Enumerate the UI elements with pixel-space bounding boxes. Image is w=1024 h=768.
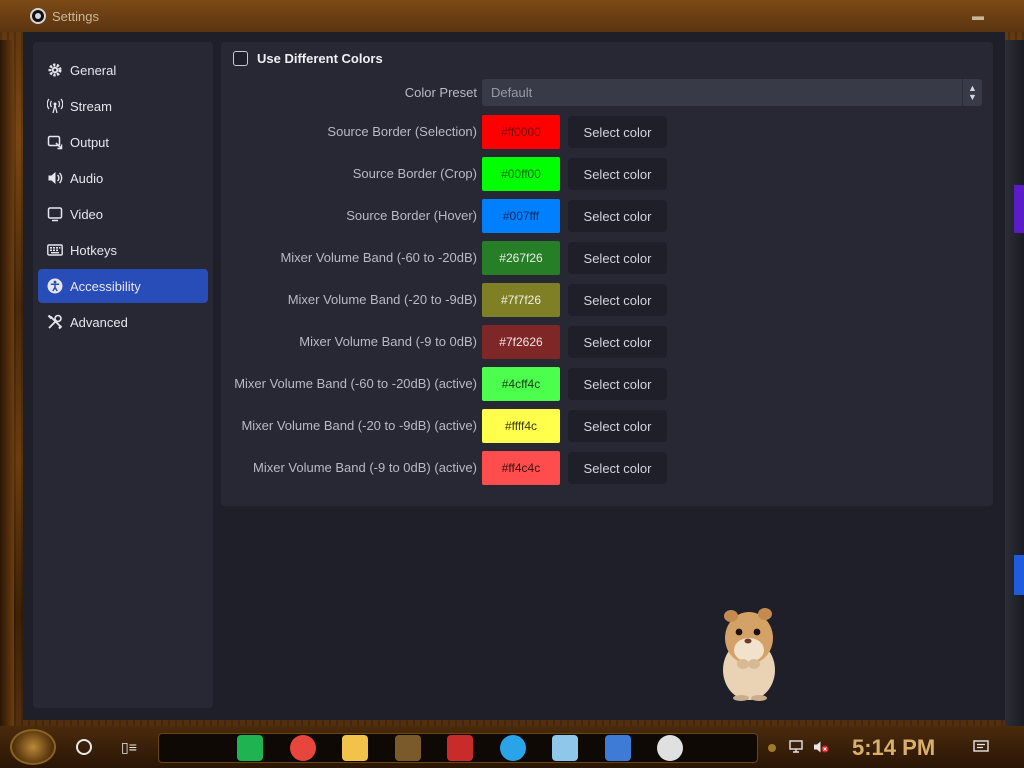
gear-icon (47, 62, 63, 78)
sidebar-item-advanced[interactable]: Advanced (38, 305, 208, 339)
chat-app-icon[interactable] (237, 735, 263, 761)
edge-icon[interactable] (499, 735, 526, 761)
sidebar-item-video[interactable]: Video (38, 197, 208, 231)
notification-dot-icon (768, 744, 776, 752)
left-decoration (0, 40, 14, 730)
settings-window: General Stream Output Audio Video Hotkey… (23, 32, 1005, 756)
color-swatch: #267f26 (482, 241, 560, 275)
select-color-button[interactable]: Select color (568, 284, 667, 316)
sidebar-item-label: Video (70, 206, 104, 222)
color-row-label: Mixer Volume Band (-9 to 0dB) (active) (253, 460, 477, 475)
select-color-button[interactable]: Select color (568, 242, 667, 274)
title-bar: Settings ▬ (0, 0, 1024, 32)
start-button[interactable] (10, 729, 56, 765)
action-center-icon[interactable] (973, 740, 989, 754)
select-color-button[interactable]: Select color (568, 158, 667, 190)
sidebar-item-label: General (70, 62, 117, 78)
color-row-label: Mixer Volume Band (-60 to -20dB) (active… (234, 376, 477, 391)
monitor-icon (47, 206, 63, 222)
window-title: Settings (52, 8, 99, 24)
blue-tab (1014, 555, 1024, 595)
obs-app-icon (30, 8, 46, 24)
obs-icon[interactable] (657, 735, 683, 761)
color-row-label: Mixer Volume Band (-20 to -9dB) (active) (241, 418, 477, 433)
select-color-button[interactable]: Select color (568, 410, 667, 442)
checkbox-label: Use Different Colors (257, 51, 383, 66)
clock-widget-icon[interactable] (394, 735, 421, 761)
sidebar-item-label: Output (70, 134, 110, 150)
right-edge-panel (1005, 40, 1024, 730)
select-color-button[interactable]: Select color (568, 200, 667, 232)
color-row-label: Mixer Volume Band (-20 to -9dB) (287, 292, 477, 307)
color-swatch: #7f2626 (482, 325, 560, 359)
sidebar-item-label: Accessibility (70, 278, 141, 294)
sidebar-item-audio[interactable]: Audio (38, 161, 208, 195)
use-different-colors-checkbox[interactable]: Use Different Colors (233, 51, 383, 66)
tools-icon (47, 314, 63, 330)
color-preset-value: Default (491, 85, 533, 100)
taskbar-clock[interactable]: 5:14 PM (852, 735, 935, 761)
color-preset-select[interactable]: Default ▲ ▼ (482, 79, 982, 106)
sidebar-item-stream[interactable]: Stream (38, 89, 208, 123)
color-row-label: Mixer Volume Band (-60 to -20dB) (280, 250, 477, 265)
remote-desktop-icon[interactable] (604, 735, 631, 761)
sidebar-item-general[interactable]: General (38, 53, 208, 87)
color-row-label: Mixer Volume Band (-9 to 0dB) (299, 334, 477, 349)
purple-tab (1014, 185, 1024, 233)
color-swatch: #007fff (482, 199, 560, 233)
sidebar-item-label: Advanced (70, 314, 128, 330)
color-row-label: Source Border (Hover) (346, 208, 477, 223)
color-row-label: Source Border (Selection) (327, 124, 477, 139)
color-swatch: #7f7f26 (482, 283, 560, 317)
volume-muted-icon[interactable] (813, 740, 829, 754)
color-preset-label: Color Preset (404, 85, 477, 100)
keyboard-icon (47, 242, 63, 258)
output-icon (47, 134, 63, 150)
accessibility-icon (47, 278, 63, 294)
minimize-button[interactable]: ▬ (972, 10, 994, 22)
notes-icon[interactable] (552, 735, 578, 761)
settings-sidebar: General Stream Output Audio Video Hotkey… (33, 42, 213, 708)
select-color-button[interactable]: Select color (568, 326, 667, 358)
taskbar: ▯≡ 5:14 PM (0, 726, 1024, 768)
color-row-label: Source Border (Crop) (352, 166, 477, 181)
checkbox-box[interactable] (233, 51, 248, 66)
sidebar-item-hotkeys[interactable]: Hotkeys (38, 233, 208, 267)
sidebar-item-label: Hotkeys (70, 242, 117, 258)
color-swatch: #ff0000 (482, 115, 560, 149)
sidebar-item-label: Audio (70, 170, 104, 186)
color-swatch: #00ff00 (482, 157, 560, 191)
sidebar-item-label: Stream (70, 98, 112, 114)
color-swatch: #ff4c4c (482, 451, 560, 485)
select-color-button[interactable]: Select color (568, 368, 667, 400)
sidebar-item-accessibility[interactable]: Accessibility (38, 269, 208, 303)
search-circle-icon[interactable] (76, 739, 92, 755)
select-color-button[interactable]: Select color (568, 452, 667, 484)
color-swatch: #ffff4c (482, 409, 560, 443)
hamster-desktop-pet[interactable] (713, 598, 783, 702)
file-explorer-icon[interactable] (342, 735, 368, 761)
sidebar-item-output[interactable]: Output (38, 125, 208, 159)
updown-arrows-icon[interactable]: ▲ ▼ (962, 79, 982, 106)
select-color-button[interactable]: Select color (568, 116, 667, 148)
broadcast-icon (47, 98, 63, 114)
network-icon[interactable] (789, 740, 805, 754)
task-view-icon[interactable]: ▯≡ (121, 738, 139, 756)
speaker-icon (47, 170, 63, 186)
accessibility-panel: Use Different Colors Color Preset Defaul… (221, 42, 993, 506)
chrome-icon[interactable] (289, 735, 316, 761)
media-player-icon[interactable] (447, 735, 473, 761)
color-swatch: #4cff4c (482, 367, 560, 401)
